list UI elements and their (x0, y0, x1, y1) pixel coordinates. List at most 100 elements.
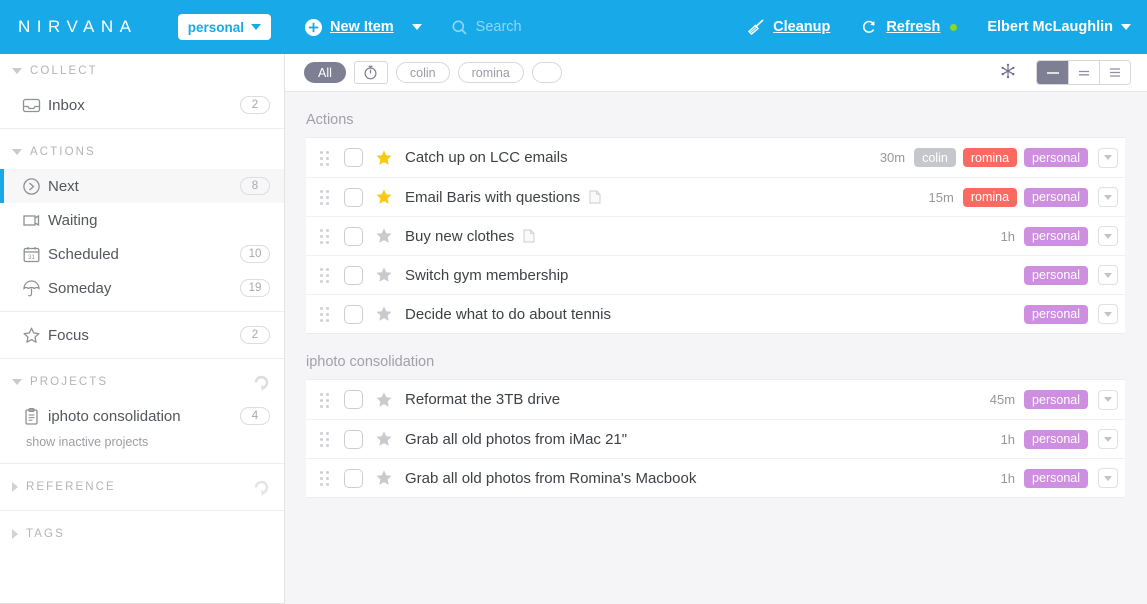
sidebar-section-collect[interactable]: COLLECT (0, 54, 284, 88)
filter-tag-colin[interactable]: colin (395, 62, 450, 83)
new-item-label: New Item (330, 19, 394, 35)
table-row[interactable]: Reformat the 3TB drive 45m personal (306, 380, 1125, 419)
sidebar-badge: 8 (240, 177, 270, 195)
sidebar-divider (0, 358, 284, 359)
drag-handle-icon[interactable] (320, 229, 338, 244)
drag-handle-icon[interactable] (320, 307, 338, 322)
sidebar-section-label: COLLECT (30, 65, 98, 77)
table-row[interactable]: Grab all old photos from Romina's Macboo… (306, 458, 1125, 497)
sidebar-item-waiting[interactable]: Waiting (0, 203, 284, 237)
new-item-button[interactable]: New Item (305, 18, 422, 36)
row-menu-button[interactable] (1098, 187, 1118, 207)
row-menu-button[interactable] (1098, 265, 1118, 285)
sidebar-section-reference[interactable]: REFERENCE (0, 470, 284, 504)
user-menu[interactable]: Elbert McLaughlin (987, 19, 1131, 35)
sidebar-item-next[interactable]: Next 8 (0, 169, 284, 203)
drag-handle-icon[interactable] (320, 268, 338, 283)
sidebar-section-label: PROJECTS (30, 376, 109, 388)
view-compact-button[interactable] (1037, 61, 1068, 84)
drag-handle-icon[interactable] (320, 150, 338, 166)
snowflake-icon[interactable] (1000, 63, 1016, 82)
task-tag[interactable]: personal (1024, 429, 1088, 449)
row-menu-button[interactable] (1098, 468, 1118, 488)
filter-tag-empty[interactable] (531, 62, 562, 83)
row-menu-button[interactable] (1098, 389, 1118, 410)
reference-refresh-icon[interactable] (253, 479, 270, 496)
filter-all[interactable]: All (304, 62, 346, 83)
task-tag[interactable]: personal (1024, 265, 1088, 285)
drag-handle-icon[interactable] (320, 432, 338, 447)
workspace-selector[interactable]: personal (177, 14, 271, 40)
task-checkbox[interactable] (344, 187, 363, 207)
table-row[interactable]: Decide what to do about tennis personal (306, 294, 1125, 333)
sidebar-badge: 2 (240, 326, 270, 344)
new-item-chevron-down-icon[interactable] (411, 24, 422, 30)
projects-refresh-icon[interactable] (253, 374, 270, 391)
show-inactive-projects-link[interactable]: show inactive projects (0, 433, 284, 457)
star-icon[interactable] (375, 149, 393, 167)
row-meta: 45m personal (990, 389, 1118, 410)
sidebar-item-iphoto-consolidation[interactable]: iphoto consolidation 4 (0, 399, 284, 433)
task-checkbox[interactable] (344, 265, 363, 285)
sidebar-item-label: Someday (48, 279, 112, 297)
search-box[interactable]: Search (452, 19, 522, 35)
task-tag[interactable]: personal (1024, 390, 1088, 409)
task-tag[interactable]: romina (962, 187, 1018, 207)
drag-handle-icon[interactable] (320, 190, 338, 205)
table-row[interactable]: Grab all old photos from iMac 21" 1h per… (306, 419, 1125, 458)
row-menu-button[interactable] (1098, 429, 1118, 449)
row-menu-button[interactable] (1098, 304, 1118, 324)
sidebar-divider (0, 510, 284, 511)
sidebar-item-focus[interactable]: Focus 2 (0, 318, 284, 352)
task-checkbox[interactable] (344, 429, 363, 449)
task-tag[interactable]: romina (962, 148, 1018, 167)
stopwatch-icon[interactable] (353, 61, 388, 84)
sidebar-item-someday[interactable]: Someday 19 (0, 271, 284, 305)
task-title: Email Baris with questions (405, 188, 581, 206)
star-icon[interactable] (375, 227, 393, 245)
star-icon[interactable] (375, 305, 393, 323)
star-icon[interactable] (375, 469, 393, 487)
table-row[interactable]: Switch gym membership personal (306, 255, 1125, 294)
task-checkbox[interactable] (344, 304, 363, 324)
task-checkbox[interactable] (344, 390, 363, 409)
chevron-down-icon (1104, 397, 1112, 402)
refresh-button[interactable]: Refresh (860, 18, 958, 36)
task-tag[interactable]: personal (1024, 304, 1088, 324)
task-tag[interactable]: personal (1024, 226, 1088, 246)
task-tag[interactable]: colin (914, 148, 956, 167)
table-row[interactable]: Email Baris with questions 15m romina pe… (306, 177, 1125, 216)
table-row[interactable]: Buy new clothes 1h personal (306, 216, 1125, 255)
view-detailed-button[interactable] (1099, 61, 1130, 84)
search-input[interactable]: Search (476, 19, 522, 35)
task-checkbox[interactable] (344, 226, 363, 246)
task-group-iphoto-consolidation: Reformat the 3TB drive 45m personal Grab… (306, 379, 1125, 498)
sidebar-item-inbox[interactable]: Inbox 2 (0, 88, 284, 122)
app-logo: NIRVANA (18, 17, 138, 36)
row-menu-button[interactable] (1098, 147, 1118, 168)
row-menu-button[interactable] (1098, 226, 1118, 246)
task-list-content: Actions Catch up on LCC emails 30m colin… (285, 92, 1147, 604)
filter-tag-romina[interactable]: romina (457, 62, 524, 83)
drag-handle-icon[interactable] (320, 471, 338, 486)
star-icon[interactable] (375, 266, 393, 284)
sidebar-item-scheduled[interactable]: 31 Scheduled 10 (0, 237, 284, 271)
task-checkbox[interactable] (344, 148, 363, 167)
task-tag[interactable]: personal (1024, 468, 1088, 488)
table-row[interactable]: Catch up on LCC emails 30m colin romina … (306, 138, 1125, 177)
star-icon[interactable] (375, 430, 393, 448)
star-icon[interactable] (375, 188, 393, 206)
sidebar-section-tags[interactable]: TAGS (0, 517, 284, 551)
chevron-down-icon (251, 24, 261, 30)
cleanup-button[interactable]: Cleanup (747, 18, 830, 36)
star-icon[interactable] (375, 391, 393, 409)
drag-handle-icon[interactable] (320, 392, 338, 408)
sidebar-section-actions[interactable]: ACTIONS (0, 135, 284, 169)
task-tag[interactable]: personal (1024, 148, 1088, 167)
task-checkbox[interactable] (344, 468, 363, 488)
sidebar-section-projects[interactable]: PROJECTS (0, 365, 284, 399)
triangle-right-icon (12, 529, 18, 539)
view-medium-button[interactable] (1068, 61, 1099, 84)
task-tag[interactable]: personal (1024, 187, 1088, 207)
star-icon (22, 326, 48, 345)
